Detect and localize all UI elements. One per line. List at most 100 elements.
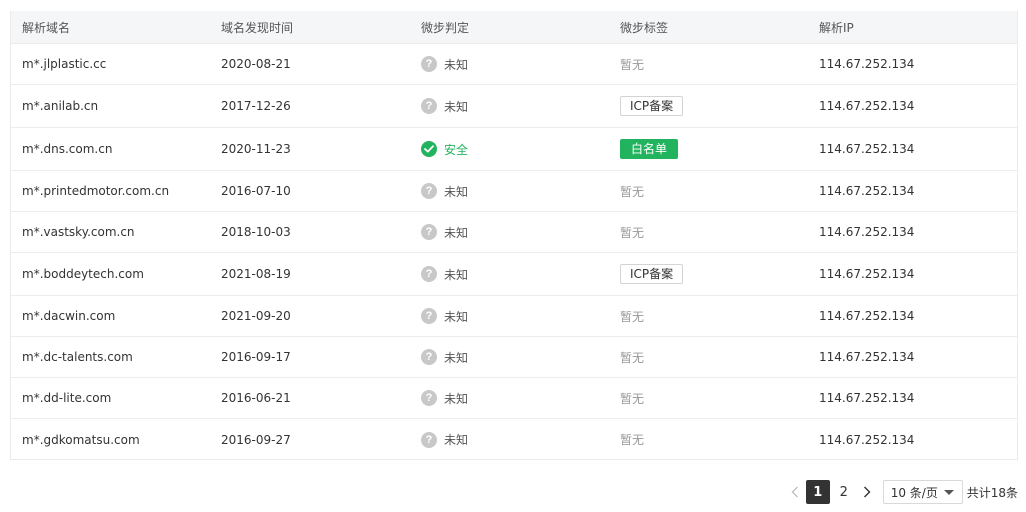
verdict-cell: ? 未知 — [411, 183, 610, 200]
ip-cell: 114.67.252.134 — [819, 432, 915, 447]
ip-cell: 114.67.252.134 — [819, 57, 915, 71]
table-header: 解析域名 域名发现时间 微步判定 微步标签 解析IP — [11, 11, 1017, 44]
page-size-value: 10 条/页 — [890, 485, 938, 500]
verdict-label: 未知 — [444, 225, 469, 240]
table-row: m*.anilab.cn 2017-12-26? 未知 ICP备案 114.67.252… — [11, 85, 1017, 128]
question-icon: ? — [421, 183, 437, 199]
domain-cell: m*.dc-talents.com — [22, 350, 133, 364]
verdict-cell: ? 未知 — [411, 308, 610, 325]
table-row: m*.dd-lite.com 2016-06-21? 未知 暂无 114.67.252.… — [11, 378, 1017, 419]
verdict-label: 未知 — [444, 184, 469, 199]
domain-cell: m*.printedmotor.com.cn — [22, 184, 170, 198]
question-icon: ? — [421, 390, 437, 406]
domain-table: 解析域名 域名发现时间 微步判定 微步标签 解析IP m*.jlplastic.… — [10, 11, 1018, 460]
discovered-time-cell: 2018-10-03 — [221, 225, 291, 239]
verdict-cell: ? 未知 — [411, 390, 610, 407]
discovered-time-cell: 2016-09-27 — [221, 432, 291, 447]
domain-cell: m*.boddeytech.com — [22, 267, 144, 281]
discovered-time-cell: 2020-08-21 — [221, 57, 291, 71]
tag-cell: 暂无 — [610, 431, 809, 448]
pagination: 1 2 10 条/页 共计18条 — [785, 480, 1018, 504]
column-header-ip: 解析IP — [819, 20, 854, 35]
tag-badge: ICP备案 — [620, 96, 684, 116]
question-icon: ? — [421, 266, 437, 282]
discovered-time-cell: 2020-11-23 — [221, 142, 291, 156]
page-button-2[interactable]: 2 — [832, 480, 856, 504]
column-header-domain: 解析域名 — [22, 20, 71, 35]
ip-cell: 114.67.252.134 — [819, 184, 915, 198]
verdict-label: 安全 — [444, 142, 469, 157]
verdict-cell: ? 未知 — [411, 266, 610, 283]
verdict-cell: ? 未知 — [411, 98, 610, 115]
question-icon: ? — [421, 349, 437, 365]
page-size-select[interactable]: 10 条/页 — [882, 480, 963, 504]
tag-empty: 暂无 — [620, 184, 645, 199]
ip-cell: 114.67.252.134 — [819, 267, 915, 281]
discovered-time-cell: 2021-08-19 — [221, 267, 291, 281]
column-header-tags: 微步标签 — [620, 20, 669, 35]
domain-cell: m*.dd-lite.com — [22, 391, 112, 405]
tag-cell: 暂无 — [610, 390, 809, 407]
discovered-time-cell: 2021-09-20 — [221, 309, 291, 323]
ip-cell: 114.67.252.134 — [819, 350, 915, 364]
table-row: m*.vastsky.com.cn 2018-10-03? 未知 暂无 114.67.2… — [11, 212, 1017, 253]
tag-empty: 暂无 — [620, 391, 645, 406]
chevron-left-icon[interactable] — [785, 480, 805, 504]
verdict-label: 未知 — [444, 267, 469, 282]
domain-cell: m*.dacwin.com — [22, 309, 116, 323]
table-row: m*.printedmotor.com.cn 2016-07-10? 未知 暂无 114… — [11, 171, 1017, 212]
domain-cell: m*.dns.com.cn — [22, 142, 113, 156]
ip-cell: 114.67.252.134 — [819, 99, 915, 113]
ip-cell: 114.67.252.134 — [819, 391, 915, 405]
table-body: m*.jlplastic.cc 2020-08-21? 未知 暂无 114.67.252… — [11, 44, 1017, 459]
column-header-discovered-time: 域名发现时间 — [221, 20, 294, 35]
domain-cell: m*.anilab.cn — [22, 99, 99, 113]
tag-empty: 暂无 — [620, 225, 645, 240]
caret-down-icon — [943, 489, 954, 495]
question-icon: ? — [421, 308, 437, 324]
discovered-time-cell: 2017-12-26 — [221, 99, 291, 113]
tag-cell: ICP备案 — [610, 264, 809, 284]
table-row: m*.gdkomatsu.com 2016-09-27? 未知 暂无 114.67.25… — [11, 419, 1017, 459]
tag-cell: 暂无 — [610, 224, 809, 241]
table-row: m*.dns.com.cn 2020-11-23 安全 白名单 114.67.252.1… — [11, 128, 1017, 171]
ip-cell: 114.67.252.134 — [819, 309, 915, 323]
chevron-right-icon[interactable] — [857, 480, 877, 504]
question-icon: ? — [421, 56, 437, 72]
tag-empty: 暂无 — [620, 309, 645, 324]
total-count: 共计18条 — [966, 485, 1018, 500]
verdict-label: 未知 — [444, 391, 469, 406]
tag-badge: 白名单 — [620, 139, 679, 159]
verdict-label: 未知 — [444, 350, 469, 365]
table-row: m*.boddeytech.com 2021-08-19? 未知 ICP备案 114.6… — [11, 253, 1017, 296]
verdict-label: 未知 — [444, 99, 469, 114]
tag-cell: 白名单 — [610, 139, 809, 159]
question-icon: ? — [421, 98, 437, 114]
question-icon: ? — [421, 224, 437, 240]
table-row: m*.dc-talents.com 2016-09-17? 未知 暂无 114.67.2… — [11, 337, 1017, 378]
verdict-label: 未知 — [444, 433, 469, 447]
discovered-time-cell: 2016-07-10 — [221, 184, 291, 198]
domain-cell: m*.vastsky.com.cn — [22, 225, 135, 239]
verdict-label: 未知 — [444, 57, 469, 72]
table-row: m*.dacwin.com 2021-09-20? 未知 暂无 114.67.252.1… — [11, 296, 1017, 337]
check-circle-icon — [421, 141, 437, 157]
ip-cell: 114.67.252.134 — [819, 225, 915, 239]
tag-badge: ICP备案 — [620, 264, 684, 284]
verdict-cell: ? 未知 — [411, 349, 610, 366]
discovered-time-cell: 2016-06-21 — [221, 391, 291, 405]
verdict-label: 未知 — [444, 309, 469, 324]
verdict-cell: ? 未知 — [411, 56, 610, 73]
tag-cell: 暂无 — [610, 349, 809, 366]
tag-cell: 暂无 — [610, 183, 809, 200]
tag-empty: 暂无 — [620, 350, 645, 365]
tag-cell: 暂无 — [610, 56, 809, 73]
tag-empty: 暂无 — [620, 57, 645, 72]
ip-cell: 114.67.252.134 — [819, 142, 915, 156]
page-button-1[interactable]: 1 — [805, 480, 830, 504]
table-row: m*.jlplastic.cc 2020-08-21? 未知 暂无 114.67.252… — [11, 44, 1017, 85]
domain-cell: m*.gdkomatsu.com — [22, 432, 140, 447]
discovered-time-cell: 2016-09-17 — [221, 350, 291, 364]
tag-cell: 暂无 — [610, 308, 809, 325]
tag-cell: ICP备案 — [610, 96, 809, 116]
